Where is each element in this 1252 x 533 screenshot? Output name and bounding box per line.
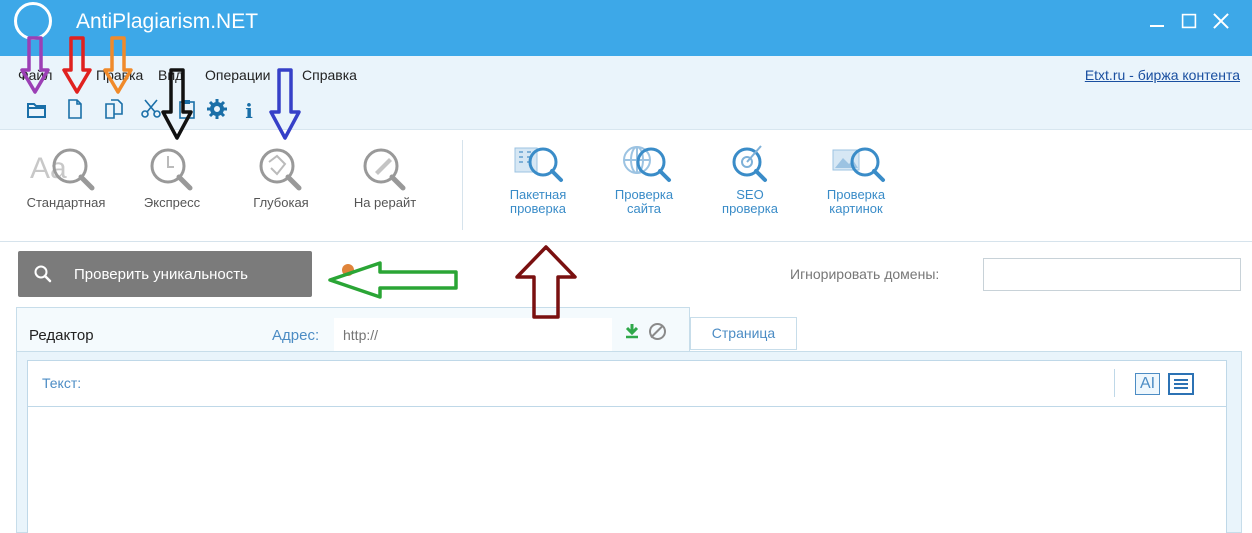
site-check-button[interactable]: Проверка сайта bbox=[596, 142, 692, 216]
standard-check-icon: Aa bbox=[30, 148, 95, 191]
seo-check-label-2: проверка bbox=[722, 201, 778, 216]
ignore-domains-input[interactable] bbox=[983, 258, 1241, 291]
image-check-button[interactable]: Проверка картинок bbox=[808, 142, 904, 216]
seo-check-button[interactable]: SEO проверка bbox=[704, 142, 796, 216]
title-bar: AntiPlagiarism.NET bbox=[0, 0, 1252, 56]
text-header: Текст: AI bbox=[28, 361, 1226, 407]
check-ribbon: Aa Стандартная Экспресс Глубокая На рера… bbox=[0, 130, 1252, 242]
blue-annotation-arrow bbox=[269, 68, 301, 140]
green-annotation-arrow bbox=[328, 261, 458, 299]
deep-check-icon bbox=[259, 148, 302, 191]
rewrite-check-button[interactable]: На рерайт bbox=[338, 142, 432, 210]
express-check-icon bbox=[150, 148, 193, 191]
tab-editor-label: Редактор bbox=[29, 327, 94, 344]
window-controls bbox=[1148, 12, 1230, 30]
maximize-icon[interactable] bbox=[1181, 13, 1197, 29]
etxt-link[interactable]: Etxt.ru - биржа контента bbox=[1085, 67, 1240, 83]
orange-annotation-arrow bbox=[103, 36, 133, 94]
image-check-icon bbox=[832, 147, 885, 182]
check-uniqueness-label: Проверить уникальность bbox=[74, 265, 248, 283]
app-logo-icon bbox=[14, 2, 52, 40]
ignore-domains-label: Игнорировать домены: bbox=[790, 266, 940, 282]
editor-frame: Текст: AI bbox=[16, 351, 1242, 533]
rewrite-check-icon bbox=[363, 148, 406, 191]
image-check-label-1: Проверка bbox=[826, 187, 886, 202]
deep-check-label: Глубокая bbox=[253, 195, 309, 210]
text-label: Текст: bbox=[42, 375, 82, 391]
black-annotation-arrow bbox=[161, 68, 193, 140]
express-check-button[interactable]: Экспресс bbox=[132, 142, 212, 210]
cut-icon[interactable] bbox=[140, 98, 162, 124]
address-input[interactable] bbox=[334, 318, 612, 351]
site-check-icon bbox=[623, 146, 671, 182]
ribbon-separator bbox=[462, 140, 463, 230]
menu-operations[interactable]: Операции bbox=[205, 67, 271, 83]
batch-check-button[interactable]: Пакетная проверка bbox=[488, 142, 588, 216]
settings-gear-icon[interactable] bbox=[206, 98, 228, 124]
deep-check-button[interactable]: Глубокая bbox=[236, 142, 326, 210]
font-format-icon[interactable]: AI bbox=[1135, 373, 1160, 395]
new-document-icon[interactable] bbox=[64, 98, 86, 124]
site-check-label-2: сайта bbox=[626, 201, 662, 216]
express-check-label: Экспресс bbox=[143, 195, 201, 210]
text-area[interactable]: Текст: AI bbox=[27, 360, 1227, 533]
check-uniqueness-button[interactable]: Проверить уникальность bbox=[18, 251, 312, 297]
menu-help[interactable]: Справка bbox=[302, 67, 357, 83]
standard-check-button[interactable]: Aa Стандартная bbox=[16, 142, 116, 210]
info-icon[interactable]: i bbox=[238, 98, 260, 124]
purple-annotation-arrow bbox=[20, 36, 50, 94]
rewrite-check-label: На рерайт bbox=[353, 195, 417, 210]
batch-check-icon bbox=[514, 147, 563, 182]
seo-check-label-1: SEO bbox=[736, 187, 764, 202]
red-annotation-arrow bbox=[62, 36, 92, 94]
tab-editor[interactable]: Редактор Адрес: bbox=[16, 307, 690, 353]
seo-check-icon bbox=[732, 145, 767, 182]
tab-page[interactable]: Страница bbox=[690, 317, 797, 350]
list-view-icon[interactable] bbox=[1168, 373, 1194, 395]
block-icon[interactable] bbox=[649, 323, 666, 340]
editor-panel: Редактор Адрес: Страница Текст: AI bbox=[16, 307, 1242, 533]
open-folder-icon[interactable] bbox=[26, 98, 48, 124]
standard-check-label: Стандартная bbox=[26, 195, 106, 210]
copy-document-icon[interactable] bbox=[103, 98, 125, 124]
maroon-annotation-arrow bbox=[515, 245, 577, 319]
image-check-label-2: картинок bbox=[829, 201, 883, 216]
minimize-icon[interactable] bbox=[1148, 12, 1166, 30]
address-label: Адрес: bbox=[272, 327, 320, 344]
close-icon[interactable] bbox=[1212, 12, 1230, 30]
window-title: AntiPlagiarism.NET bbox=[76, 10, 259, 33]
download-icon[interactable] bbox=[624, 323, 640, 339]
search-icon bbox=[34, 265, 52, 283]
site-check-label-1: Проверка bbox=[614, 187, 674, 202]
format-separator bbox=[1114, 369, 1115, 397]
batch-check-label-2: проверка bbox=[510, 201, 566, 216]
batch-check-label-1: Пакетная bbox=[509, 187, 567, 202]
